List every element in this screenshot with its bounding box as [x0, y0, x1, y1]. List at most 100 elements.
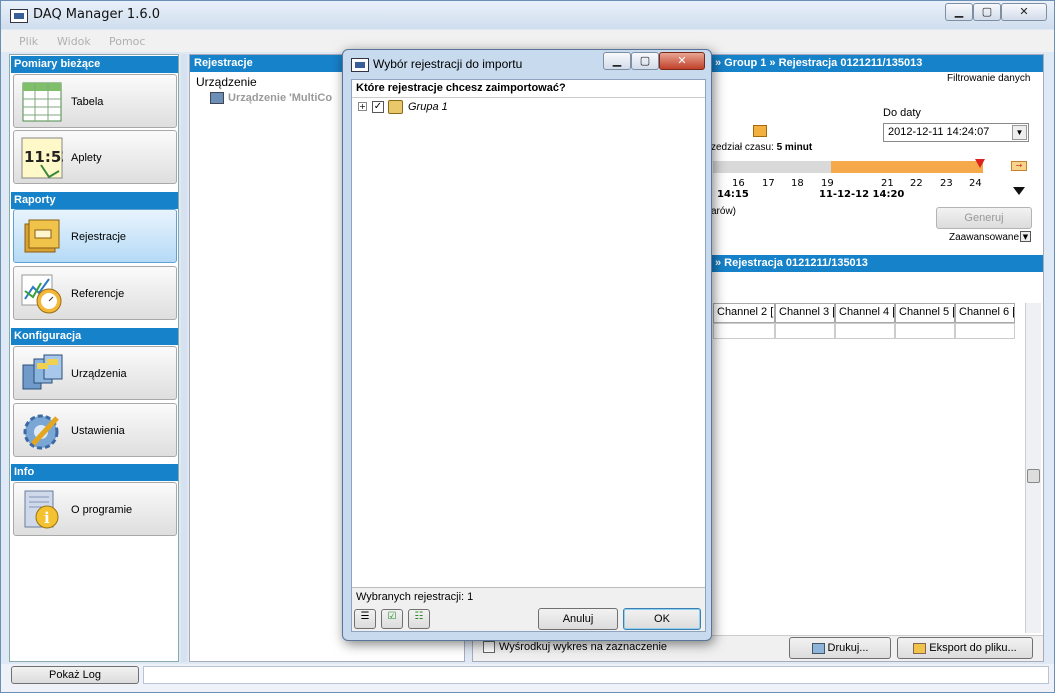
- date-to-label: Do daty: [883, 107, 921, 119]
- close-button[interactable]: ✕: [1001, 3, 1047, 21]
- dialog-minimize-button[interactable]: ▁: [603, 52, 631, 70]
- table-cell[interactable]: [775, 323, 835, 339]
- nav-rejestracje-button[interactable]: Rejestracje: [13, 209, 177, 263]
- partial-text: arów): [711, 206, 737, 217]
- tick-label: 17: [762, 178, 775, 189]
- advanced-toggle-icon[interactable]: ▼: [1020, 231, 1031, 242]
- timeline-track: [713, 161, 831, 173]
- devices-icon: [21, 353, 63, 395]
- divider: [352, 97, 705, 98]
- nav-urzadzenia-label: Urządzenia: [71, 368, 127, 380]
- column-header[interactable]: Channel 5 [: [895, 303, 955, 323]
- table-cell[interactable]: [713, 323, 775, 339]
- nav-o-programie-label: O programie: [71, 504, 133, 516]
- generate-button[interactable]: Generuj: [936, 207, 1032, 229]
- dialog-close-button[interactable]: ✕: [659, 52, 705, 70]
- nav-ustawienia-label: Ustawienia: [71, 425, 125, 437]
- tick-label: 24: [969, 178, 982, 189]
- select-none-button[interactable]: ☰: [354, 609, 376, 629]
- nav-ustawienia-button[interactable]: Ustawienia: [13, 403, 177, 457]
- tick-label: 16: [732, 178, 745, 189]
- tick-label: 23: [940, 178, 953, 189]
- registrations-column-header: Urządzenie: [196, 75, 257, 89]
- column-header[interactable]: Channel 2 [: [713, 303, 775, 323]
- export-icon: [913, 642, 927, 654]
- column-header[interactable]: Channel 3 [: [775, 303, 835, 323]
- tree-item-label[interactable]: Grupa 1: [408, 101, 448, 113]
- timeline-marker[interactable]: [975, 159, 985, 168]
- nav-aplety-button[interactable]: 11:53 Aplety: [13, 130, 177, 184]
- select-all-button[interactable]: ☑: [381, 609, 403, 629]
- export-button[interactable]: Eksport do pliku...: [897, 637, 1033, 659]
- dialog-question: Które rejestracje chcesz zaimportować?: [356, 82, 566, 94]
- chevron-down-icon[interactable]: ▼: [1012, 125, 1027, 140]
- minimize-button[interactable]: ▁: [945, 3, 973, 21]
- column-header[interactable]: Channel 4 [: [835, 303, 895, 323]
- registration-tree: Które rejestracje chcesz zaimportować? +…: [352, 80, 705, 588]
- expand-arrow-icon[interactable]: [1013, 187, 1025, 195]
- column-header[interactable]: Channel 6 [: [955, 303, 1015, 323]
- nav-rejestracje-label: Rejestracje: [71, 231, 127, 243]
- ok-button[interactable]: OK: [623, 608, 701, 630]
- section-info: Info: [11, 464, 178, 481]
- go-end-icon[interactable]: →: [1011, 161, 1027, 171]
- table-cell[interactable]: [955, 323, 1015, 339]
- tick-label: 21: [881, 178, 894, 189]
- nav-urzadzenia-button[interactable]: Urządzenia: [13, 346, 177, 400]
- list-icon: ☰: [360, 611, 370, 622]
- printer-icon: [811, 642, 825, 654]
- calendar-icon[interactable]: [753, 125, 767, 137]
- check-list-icon: ☑: [387, 611, 397, 622]
- print-button[interactable]: Drukuj...: [789, 637, 891, 659]
- left-splitter[interactable]: [181, 54, 187, 662]
- menu-widok[interactable]: Widok: [57, 35, 91, 48]
- nav-tabela-label: Tabela: [71, 96, 104, 108]
- nav-tabela-button[interactable]: Tabela: [13, 74, 177, 128]
- timeline-selection[interactable]: [831, 161, 983, 173]
- section-pomiary: Pomiary bieżące: [11, 56, 178, 73]
- menu-pomoc[interactable]: Pomoc: [109, 35, 145, 48]
- dialog-maximize-button[interactable]: ▢: [631, 52, 659, 70]
- vertical-scrollbar[interactable]: [1025, 303, 1041, 633]
- tree-checkbox[interactable]: ✓: [372, 101, 384, 113]
- maximize-button[interactable]: ▢: [973, 3, 1001, 21]
- filter-link[interactable]: Filtrowanie danych: [947, 73, 1030, 84]
- center-chart-label: Wyśrodkuj wykres na zaznaczenie: [499, 641, 668, 653]
- nav-referencje-label: Referencje: [71, 288, 125, 300]
- chart-stopwatch-icon: [21, 273, 63, 315]
- info-icon: i: [21, 489, 63, 531]
- invert-list-icon: ☷: [414, 611, 424, 622]
- window-title: DAQ Manager 1.6.0: [33, 7, 161, 22]
- nav-referencje-button[interactable]: Referencje: [13, 266, 177, 320]
- status-bar: Pokaż Log: [1, 664, 1054, 692]
- tick-label: 18: [791, 178, 804, 189]
- nav-o-programie-button[interactable]: i O programie: [13, 482, 177, 536]
- section-konfiguracja: Konfiguracja: [11, 328, 178, 345]
- show-log-button[interactable]: Pokaż Log: [11, 666, 139, 684]
- folders-icon: [21, 216, 63, 258]
- cancel-button[interactable]: Anuluj: [538, 608, 618, 630]
- dialog-title: Wybór rejestracji do importu: [373, 57, 523, 71]
- clock-applet-icon: 11:53: [21, 137, 72, 179]
- gear-pencil-icon: [21, 410, 63, 452]
- dialog-body: Które rejestracje chcesz zaimportować? +…: [351, 79, 706, 632]
- timeline-time-center: 11-12-12 14:20: [819, 189, 905, 200]
- table-cell[interactable]: [835, 323, 895, 339]
- date-to-select[interactable]: 2012-12-11 14:24:07 ▼: [883, 123, 1029, 142]
- invert-selection-button[interactable]: ☷: [408, 609, 430, 629]
- app-icon: [10, 9, 28, 23]
- date-to-value: 2012-12-11 14:24:07: [888, 126, 990, 138]
- scrollbar-thumb[interactable]: [1027, 469, 1040, 483]
- table-cell[interactable]: [895, 323, 955, 339]
- table-icon: [21, 81, 63, 123]
- device-label: Urządzenie 'MultiCo: [228, 92, 333, 104]
- center-chart-checkbox[interactable]: [483, 641, 495, 653]
- menu-plik[interactable]: Plik: [19, 35, 38, 48]
- advanced-link[interactable]: Zaawansowane: [949, 232, 1019, 243]
- title-bar: DAQ Manager 1.6.0 ▁ ▢ ✕: [1, 1, 1054, 29]
- import-dialog: Wybór rejestracji do importu ▁ ▢ ✕ Które…: [342, 49, 712, 641]
- selected-count: Wybranych rejestracji: 1: [356, 591, 474, 603]
- group-icon: [388, 100, 403, 114]
- section-raporty: Raporty: [11, 192, 178, 209]
- tree-expand-icon[interactable]: +: [358, 102, 367, 111]
